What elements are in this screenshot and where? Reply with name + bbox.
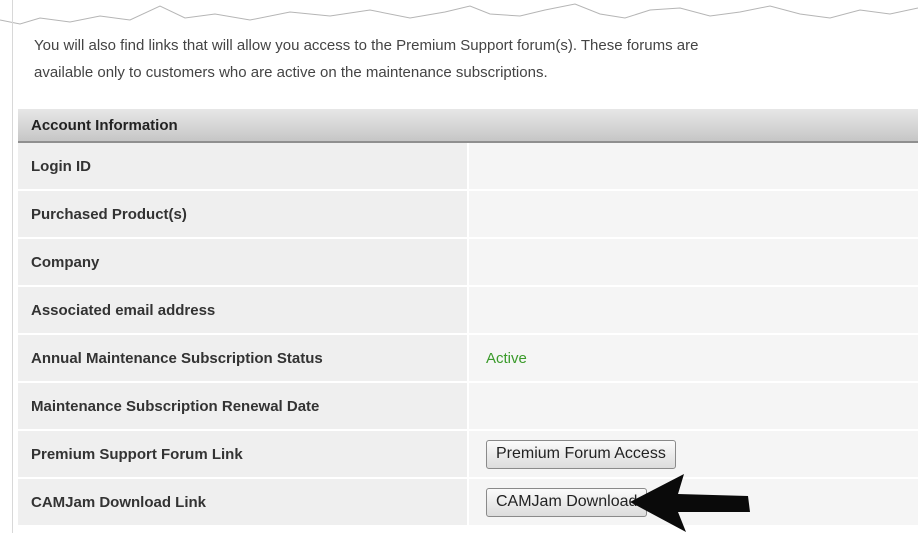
premium-forum-link-label: Premium Support Forum Link <box>18 430 469 479</box>
table-row-purchased-products: Purchased Product(s) <box>18 190 918 239</box>
table-row-email: Associated email address <box>18 286 918 335</box>
email-value <box>468 286 918 335</box>
camjam-download-link-label: CAMJam Download Link <box>18 478 469 527</box>
renewal-date-value <box>468 382 918 431</box>
purchased-products-label: Purchased Product(s) <box>18 190 469 239</box>
purchased-products-value <box>468 190 918 239</box>
login-id-label: Login ID <box>18 142 469 191</box>
email-label: Associated email address <box>18 286 469 335</box>
account-information-table: Account Information Login ID Purchased P… <box>18 109 918 527</box>
subscription-status-value: Active <box>486 349 527 367</box>
login-id-value <box>468 142 918 191</box>
account-information-header: Account Information <box>18 109 918 143</box>
table-row-premium-forum: Premium Support Forum Link Premium Forum… <box>18 430 918 479</box>
camjam-download-button[interactable]: CAMJam Download <box>486 487 648 517</box>
subscription-status-cell: Active <box>468 334 918 383</box>
renewal-date-label: Maintenance Subscription Renewal Date <box>18 382 469 431</box>
company-value <box>468 238 918 287</box>
table-row-camjam-download: CAMJam Download Link CAMJam Download <box>18 478 918 527</box>
table-row-login-id: Login ID <box>18 142 918 191</box>
intro-line-2: available only to customers who are acti… <box>34 64 548 81</box>
table-row-company: Company <box>18 238 918 287</box>
premium-forum-cell: Premium Forum Access <box>468 430 918 479</box>
table-row-renewal-date: Maintenance Subscription Renewal Date <box>18 382 918 431</box>
left-arrow-icon <box>630 474 750 532</box>
subscription-status-label: Annual Maintenance Subscription Status <box>18 334 469 383</box>
table-row-subscription-status: Annual Maintenance Subscription Status A… <box>18 334 918 383</box>
torn-paper-edge <box>0 3 918 25</box>
intro-text: You will also find links that will allow… <box>34 32 894 86</box>
premium-forum-access-button[interactable]: Premium Forum Access <box>486 439 676 469</box>
content-left-border <box>12 0 13 533</box>
intro-line-1: You will also find links that will allow… <box>34 37 699 54</box>
table-header-row: Account Information <box>18 109 918 143</box>
company-label: Company <box>18 238 469 287</box>
